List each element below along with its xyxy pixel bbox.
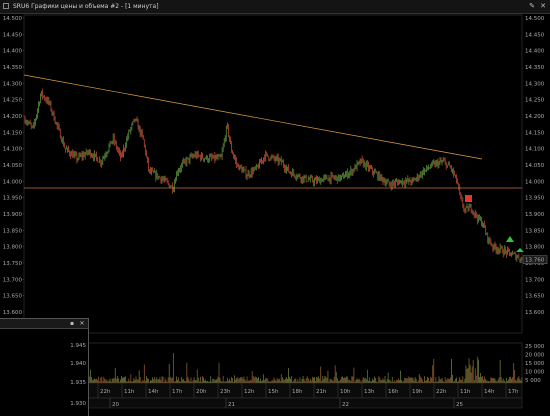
day-tick-label: 25 — [456, 402, 463, 408]
window-titlebar: SRU6 Графики цены и объема #2 - [1 минут… — [0, 0, 550, 14]
price-tick-label-right: 13.950 — [525, 196, 545, 202]
price-tick-label-left: 14.400 — [3, 49, 23, 55]
price-tick-label-right: 13.850 — [525, 228, 545, 234]
time-tick-label: 13h — [364, 389, 375, 395]
time-tick-label: 17h — [508, 389, 519, 395]
trend-line — [23, 74, 483, 160]
price-tick-label-left: 14.500 — [3, 16, 23, 22]
price-tick-label-right: 14.200 — [525, 114, 545, 120]
price-tick-label-right: 14.000 — [525, 179, 545, 185]
price-tick-label-left: 13.750 — [3, 261, 23, 267]
volume-tick-label: 20 000 — [525, 353, 545, 359]
price-tick-label-right: 14.150 — [525, 130, 545, 136]
price-panel — [23, 14, 523, 334]
price-tick-label-right: 13.900 — [525, 212, 545, 218]
sub-window-titlebar: ▪ ✕ — [0, 319, 88, 329]
time-tick-label: 11h — [460, 389, 471, 395]
price-tick-label-right: 13.650 — [525, 294, 545, 300]
price-tick-label-right: 14.500 — [525, 16, 545, 22]
price-tick-label-right: 13.700 — [525, 277, 545, 283]
price-tick-label-left: 13.600 — [3, 310, 23, 316]
time-tick-label: 17h — [172, 389, 183, 395]
time-tick-label: 14h — [148, 389, 159, 395]
price-tick-label-left: 14.150 — [3, 130, 23, 136]
price-tick-label-right: 14.450 — [525, 32, 545, 38]
time-tick-label: 10h — [340, 389, 351, 395]
price-tick-label-right: 14.250 — [525, 98, 545, 104]
price-tick-label-left: 13.800 — [3, 245, 23, 251]
time-tick-label: 20h — [196, 389, 207, 395]
sub-axis-label: 1.940 — [70, 361, 86, 367]
time-tick-label: 14h — [484, 389, 495, 395]
sell-signal-marker — [465, 195, 472, 202]
price-tick-label-left: 14.450 — [3, 32, 23, 38]
sub-pin-icon[interactable]: ▪ — [68, 319, 76, 328]
price-tick-label-left: 13.700 — [3, 277, 23, 283]
buy-signal-marker — [516, 248, 524, 252]
price-tick-label-left: 14.050 — [3, 163, 23, 169]
day-tick-label: 20 — [112, 402, 119, 408]
time-tick-label: 11h — [124, 389, 135, 395]
day-tick-label: 22 — [342, 402, 349, 408]
volume-bars — [24, 353, 523, 383]
volume-tick-label: 25 000 — [525, 344, 545, 350]
day-tick-label: 21 — [228, 402, 235, 408]
price-tick-label-left: 13.850 — [3, 228, 23, 234]
price-tick-label-left: 14.250 — [3, 98, 23, 104]
sub-window: ▪ ✕ 1.945 1.940 1.935 1.930 — [0, 318, 89, 416]
time-tick-label: 18h — [292, 389, 303, 395]
price-tick-label-left: 13.900 — [3, 212, 23, 218]
close-icon[interactable]: ✕ — [538, 0, 548, 13]
pin-icon[interactable]: ✎ — [527, 0, 537, 13]
volume-tick-label: 15 000 — [525, 361, 545, 367]
time-tick-label: 16h — [388, 389, 399, 395]
price-tick-label-right: 14.100 — [525, 147, 545, 153]
sub-axis-label: 1.930 — [70, 401, 86, 407]
candles — [24, 88, 523, 264]
time-tick-label: 19h — [412, 389, 423, 395]
volume-tick-label: 5 000 — [525, 378, 541, 384]
time-tick-label: 21h — [316, 389, 327, 395]
price-tick-label-left: 14.200 — [3, 114, 23, 120]
price-tick-label-left: 14.000 — [3, 179, 23, 185]
price-tick-label-left: 14.300 — [3, 81, 23, 87]
price-tick-label-left: 14.350 — [3, 65, 23, 71]
sub-close-icon[interactable]: ✕ — [78, 319, 86, 328]
volume-tick-label: 10 000 — [525, 370, 545, 376]
price-tick-label-right: 14.050 — [525, 163, 545, 169]
time-tick-label: 12h — [244, 389, 255, 395]
price-tick-label-right: 14.300 — [525, 81, 545, 87]
time-tick-label: 22h — [436, 389, 447, 395]
price-tick-label-left: 13.650 — [3, 294, 23, 300]
time-tick-label: 23h — [220, 389, 231, 395]
price-tick-label-right: 13.600 — [525, 310, 545, 316]
price-tick-label-right: 14.350 — [525, 65, 545, 71]
price-tick-label-right: 14.400 — [525, 49, 545, 55]
price-tick-label-right: 13.800 — [525, 245, 545, 251]
price-tick-label-left: 13.950 — [3, 196, 23, 202]
sub-axis-label: 1.945 — [70, 343, 86, 349]
time-tick-label: 15h — [268, 389, 279, 395]
last-price-label: 13.760 — [525, 258, 545, 264]
date-axis — [23, 397, 523, 409]
time-tick-label: 22h — [100, 389, 111, 395]
buy-signal-marker — [506, 236, 514, 242]
window-icon — [3, 3, 9, 9]
price-tick-label-left: 14.100 — [3, 147, 23, 153]
sub-axis-label: 1.935 — [70, 380, 86, 386]
window-title: SRU6 Графики цены и объема #2 - [1 минут… — [13, 3, 159, 10]
